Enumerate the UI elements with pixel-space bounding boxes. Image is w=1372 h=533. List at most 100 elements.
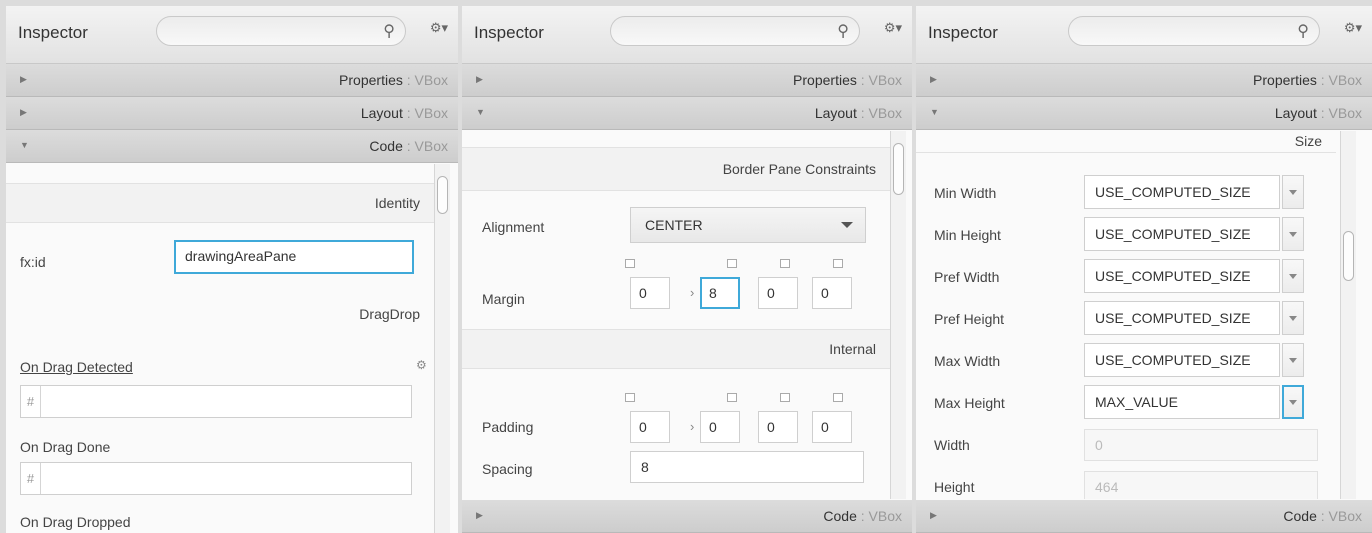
width-label: Width: [934, 437, 970, 453]
link-arrow-icon[interactable]: ›: [690, 419, 694, 434]
pref-height-dropdown-button[interactable]: [1282, 301, 1304, 335]
padding-bottom-icon: [780, 393, 790, 402]
margin-top-icon: [625, 259, 635, 268]
pref-width-dropdown-button[interactable]: [1282, 259, 1304, 293]
max-height-value[interactable]: MAX_VALUE: [1084, 385, 1280, 419]
separator: :: [402, 105, 415, 121]
margin-right-icon: [727, 259, 737, 268]
pref-height-label: Pref Height: [934, 311, 1005, 327]
on-drag-detected-label[interactable]: On Drag Detected: [20, 359, 133, 375]
separator: :: [856, 105, 869, 121]
search-input[interactable]: ⚲: [156, 16, 406, 46]
internal-header: Internal: [462, 329, 890, 369]
min-height-label: Min Height: [934, 227, 1001, 243]
section-type: VBox: [1328, 72, 1362, 88]
section-properties[interactable]: ▶ Properties : VBox: [916, 64, 1372, 97]
size-content: Size Min Width USE_COMPUTED_SIZE Min Hei…: [916, 131, 1372, 499]
pref-width-label: Pref Width: [934, 269, 1000, 285]
section-layout[interactable]: ▼ Layout : VBox: [916, 97, 1372, 130]
max-height-dropdown-button[interactable]: [1282, 385, 1304, 419]
inspector-panel-layout-size: Inspector ⚲ ⚙▾ ▶ Properties : VBox ▼ Lay…: [916, 6, 1372, 533]
link-arrow-icon[interactable]: ›: [690, 285, 694, 300]
max-height-label: Max Height: [934, 395, 1005, 411]
margin-bottom-field[interactable]: 0: [758, 277, 798, 309]
padding-left-icon: [833, 393, 843, 402]
inspector-header: Inspector ⚲ ⚙▾: [916, 6, 1372, 64]
search-icon: ⚲: [383, 23, 395, 40]
search-icon: ⚲: [837, 23, 849, 40]
search-input[interactable]: ⚲: [1068, 16, 1320, 46]
section-code[interactable]: ▶ Code : VBox: [916, 500, 1372, 533]
scrollbar[interactable]: [890, 131, 906, 499]
section-name: Properties: [1253, 72, 1317, 88]
separator: :: [402, 138, 415, 154]
on-drag-done-field[interactable]: #: [20, 462, 412, 495]
fxid-field[interactable]: drawingAreaPane: [174, 240, 414, 274]
search-input[interactable]: ⚲: [610, 16, 860, 46]
pref-height-value[interactable]: USE_COMPUTED_SIZE: [1084, 301, 1280, 335]
padding-top-icon: [625, 393, 635, 402]
padding-right-icon: [727, 393, 737, 402]
margin-right-field[interactable]: 8: [700, 277, 740, 309]
min-height-dropdown-button[interactable]: [1282, 217, 1304, 251]
width-field: 0: [1084, 429, 1318, 461]
gear-menu-icon[interactable]: ⚙▾: [430, 20, 448, 36]
section-name: Code: [823, 508, 857, 524]
section-properties[interactable]: ▶ Properties : VBox: [6, 64, 458, 97]
separator: :: [402, 72, 415, 88]
min-height-value[interactable]: USE_COMPUTED_SIZE: [1084, 217, 1280, 251]
inspector-header: Inspector ⚲ ⚙▾: [6, 6, 458, 64]
section-name: Layout: [814, 105, 857, 121]
pref-width-value[interactable]: USE_COMPUTED_SIZE: [1084, 259, 1280, 293]
collapsed-arrow-icon: ▶: [930, 510, 937, 520]
margin-label: Margin: [482, 291, 525, 307]
section-properties[interactable]: ▶ Properties : VBox: [462, 64, 912, 97]
scrollbar-thumb[interactable]: [893, 143, 904, 195]
spacing-field[interactable]: 8: [630, 451, 864, 483]
separator: :: [856, 72, 869, 88]
code-content: Identity fx:id drawingAreaPane DragDrop …: [6, 164, 458, 533]
on-drag-done-label: On Drag Done: [20, 439, 111, 455]
padding-bottom-field[interactable]: 0: [758, 411, 798, 443]
dragdrop-header: DragDrop: [6, 295, 434, 335]
scrollbar-thumb[interactable]: [437, 176, 448, 214]
collapsed-arrow-icon: ▶: [476, 74, 483, 84]
section-type: VBox: [414, 105, 448, 121]
padding-top-field[interactable]: 0: [630, 411, 670, 443]
margin-bottom-icon: [780, 259, 790, 268]
scrollbar[interactable]: [1340, 131, 1356, 499]
on-drag-detected-field[interactable]: #: [20, 385, 412, 418]
collapsed-arrow-icon: ▶: [20, 74, 27, 84]
inspector-title: Inspector: [474, 23, 544, 42]
section-type: VBox: [868, 72, 902, 88]
gear-icon[interactable]: ⚙: [416, 358, 427, 372]
scrollbar[interactable]: [434, 164, 450, 533]
section-layout[interactable]: ▼ Layout : VBox: [462, 97, 912, 130]
hash-icon: #: [21, 463, 41, 494]
alignment-select[interactable]: CENTER: [630, 207, 866, 243]
scrollbar-thumb[interactable]: [1343, 231, 1354, 281]
gear-menu-icon[interactable]: ⚙▾: [1344, 20, 1362, 36]
alignment-label: Alignment: [482, 219, 545, 235]
max-width-dropdown-button[interactable]: [1282, 343, 1304, 377]
spacing-label: Spacing: [482, 461, 533, 477]
inspector-title: Inspector: [18, 23, 88, 42]
separator: :: [856, 508, 869, 524]
section-code[interactable]: ▼ Code : VBox: [6, 130, 458, 163]
section-layout[interactable]: ▶ Layout : VBox: [6, 97, 458, 130]
padding-right-field[interactable]: 0: [700, 411, 740, 443]
min-width-value[interactable]: USE_COMPUTED_SIZE: [1084, 175, 1280, 209]
section-code[interactable]: ▶ Code : VBox: [462, 500, 912, 533]
padding-left-field[interactable]: 0: [812, 411, 852, 443]
size-header: Size: [916, 131, 1336, 153]
margin-top-field[interactable]: 0: [630, 277, 670, 309]
chevron-down-icon: [841, 222, 853, 228]
gear-menu-icon[interactable]: ⚙▾: [884, 20, 902, 36]
padding-label: Padding: [482, 419, 534, 435]
border-pane-constraints-header: Border Pane Constraints: [462, 147, 890, 191]
min-width-dropdown-button[interactable]: [1282, 175, 1304, 209]
margin-left-field[interactable]: 0: [812, 277, 852, 309]
max-width-value[interactable]: USE_COMPUTED_SIZE: [1084, 343, 1280, 377]
hash-icon: #: [21, 386, 41, 417]
section-name: Layout: [1274, 105, 1317, 121]
